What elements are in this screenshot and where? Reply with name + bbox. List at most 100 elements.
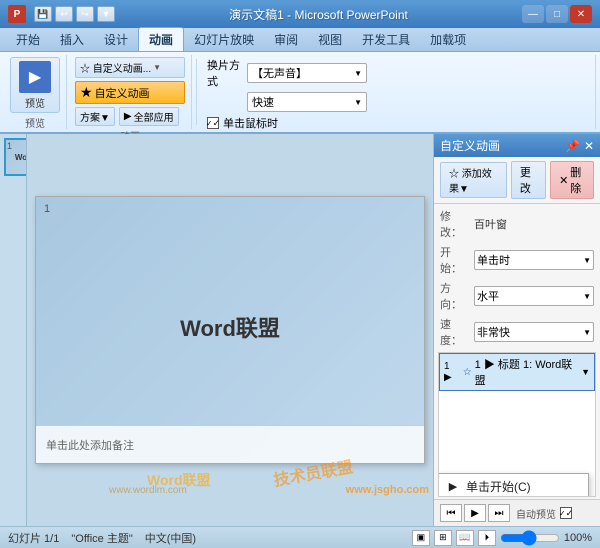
speed-select[interactable]: 非常快 ▼: [474, 322, 594, 342]
slide-title: Word联盟: [180, 311, 280, 343]
sound-dropdown[interactable]: 【无声音】 ▼: [247, 63, 367, 83]
modify-property: 修改： 百叶窗: [434, 204, 600, 242]
zoom-slider[interactable]: [500, 530, 560, 546]
slide-sorter-btn[interactable]: ⊞: [434, 530, 452, 546]
view-controls: ▣ ⊞ 📖 ⏵ 100%: [412, 530, 592, 546]
reading-btn[interactable]: 📖: [456, 530, 474, 546]
modify-label: 修改：: [440, 208, 470, 240]
list-item-1[interactable]: 1 ▶ ☆ 1 ▶ 标题 1: Word联盟 ▼: [439, 353, 595, 391]
direction-value: 水平: [477, 288, 499, 304]
play-forward-button[interactable]: ⏭: [488, 504, 510, 522]
language: 中文(中国): [145, 530, 196, 546]
tab-slideshow[interactable]: 幻灯片放映: [184, 28, 264, 51]
preview-icon: ▶: [19, 61, 51, 93]
context-click-start[interactable]: ▶ 单击开始(C): [438, 474, 588, 497]
normal-view-btn[interactable]: ▣: [412, 530, 430, 546]
tab-design[interactable]: 设计: [94, 28, 138, 51]
canvas-slide-num: 1: [44, 203, 50, 215]
animation-content: ☆ 自定义动画... ▼ ★ 自定义动画 方案▼ ▶ 全部应用: [75, 57, 185, 126]
direction-arrow: ▼: [583, 292, 591, 301]
auto-preview-checkbox[interactable]: ✓: [560, 507, 572, 519]
sound-dropdown-arrow: ▼: [354, 69, 362, 78]
quick-access-toolbar: 💾 ↩ ↪ ▼: [34, 6, 115, 22]
tab-start[interactable]: 开始: [6, 28, 50, 51]
sound-row: 换片方式 【无声音】 ▼: [207, 57, 367, 89]
start-label: 开始：: [440, 244, 470, 276]
slide-watermark3: Word联盟: [147, 470, 211, 490]
apply-all-button[interactable]: ▶ 全部应用: [119, 107, 179, 126]
start-arrow: ▼: [583, 256, 591, 265]
delete-icon: ✕: [559, 174, 568, 187]
start-select[interactable]: 单击时 ▼: [474, 250, 594, 270]
ribbon-group-animation: ☆ 自定义动画... ▼ ★ 自定义动画 方案▼ ▶ 全部应用 动画: [69, 55, 192, 129]
maximize-button[interactable]: □: [546, 5, 568, 23]
slide-info: 幻灯片 1/1: [8, 530, 59, 546]
title-bar-left: P 💾 ↩ ↪ ▼: [8, 5, 115, 23]
click-label: 单击鼠标时: [223, 115, 278, 131]
speed-value: 非常快: [477, 324, 510, 340]
modify-value: 百叶窗: [474, 216, 507, 232]
preview-button[interactable]: ▶ 预览: [10, 57, 60, 113]
tab-insert[interactable]: 插入: [50, 28, 94, 51]
panel-buttons: ☆ 添加效果▼ 更改 ✕ 删除: [434, 157, 600, 204]
close-button[interactable]: ✕: [570, 5, 592, 23]
custom-anim-label2: 自定义动画: [95, 85, 150, 101]
list-item-arrow[interactable]: ▼: [581, 367, 590, 377]
slide-thumb-1[interactable]: 1 Word联盟: [4, 138, 27, 176]
app-logo: P: [8, 5, 26, 23]
dropdown-icon[interactable]: ▼: [97, 6, 115, 22]
direction-label: 方向：: [440, 280, 470, 312]
tab-addons[interactable]: 加载项: [420, 28, 476, 51]
direction-select[interactable]: 水平 ▼: [474, 286, 594, 306]
custom-anim-btn2[interactable]: ★ 自定义动画: [75, 81, 185, 104]
dropdown-arrow-icon: ▼: [153, 63, 161, 72]
window-controls: — □ ✕: [522, 5, 592, 23]
save-icon[interactable]: 💾: [34, 6, 52, 22]
slide-number: 1: [7, 141, 12, 151]
slide-notes[interactable]: 单击此处添加备注: [36, 425, 424, 463]
play-back-button[interactable]: ⏮: [440, 504, 462, 522]
speed-dropdown-arrow: ▼: [354, 98, 362, 107]
scheme-row: 方案▼ ▶ 全部应用: [75, 107, 179, 126]
context-click-start-label: 单击开始(C): [466, 478, 531, 495]
speed-arrow: ▼: [583, 328, 591, 337]
apply-icon: ▶: [124, 111, 132, 122]
ribbon: ▶ 预览 预览 ☆ 自定义动画... ▼ ★ 自定义动画 方案▼ ▶ 全部应用: [0, 52, 600, 134]
play-controls: ⏮ ▶ ⏭ 自动预览 ✓: [434, 499, 600, 526]
title-bar: P 💾 ↩ ↪ ▼ 演示文稿1 - Microsoft PowerPoint —…: [0, 0, 600, 28]
delete-button[interactable]: ✕ 删除: [550, 161, 594, 199]
tab-review[interactable]: 审阅: [264, 28, 308, 51]
list-item-icon: ☆: [463, 367, 472, 378]
custom-animation-panel: 自定义动画 📌 ✕ ☆ 添加效果▼ 更改 ✕ 删除 修改： 百叶窗 开始： 单击…: [433, 134, 600, 526]
tab-view[interactable]: 视图: [308, 28, 352, 51]
zoom-label: 100%: [564, 532, 592, 544]
slide-watermark4: www.wordlm.com: [109, 485, 187, 496]
custom-anim-dropdown[interactable]: ☆ 自定义动画... ▼: [75, 57, 185, 78]
click-checkbox[interactable]: ✓: [207, 117, 219, 129]
update-button[interactable]: 更改: [511, 161, 546, 199]
slide-thumb-title: Word联盟: [15, 152, 27, 163]
sound-label: 换片方式: [207, 57, 243, 89]
minimize-button[interactable]: —: [522, 5, 544, 23]
tab-developer[interactable]: 开发工具: [352, 28, 420, 51]
undo-icon[interactable]: ↩: [55, 6, 73, 22]
canvas-area: 1 Word联盟 单击此处添加备注 技术员联盟 www.jsgho.com Wo…: [27, 134, 433, 526]
sound-value: 【无声音】: [252, 65, 307, 81]
add-effect-button[interactable]: ☆ 添加效果▼: [440, 162, 507, 198]
slideshow-btn[interactable]: ⏵: [478, 530, 496, 546]
speed-property: 速度： 非常快 ▼: [434, 314, 600, 350]
redo-icon[interactable]: ↪: [76, 6, 94, 22]
main-area: 1 Word联盟 1 Word联盟 单击此处添加备注 技术员联盟 www.jsg…: [0, 134, 600, 526]
animation-list: 1 ▶ ☆ 1 ▶ 标题 1: Word联盟 ▼ ▶ 单击开始(C) ↑ 从上一…: [438, 352, 596, 497]
play-button[interactable]: ▶: [464, 504, 486, 522]
scheme-button[interactable]: 方案▼: [75, 107, 115, 126]
tab-animation[interactable]: 动画: [138, 27, 184, 51]
star-icon: ★: [80, 84, 93, 101]
speed-label: 速度：: [440, 316, 470, 348]
direction-property: 方向： 水平 ▼: [434, 278, 600, 314]
speed-dropdown[interactable]: 快速 ▼: [247, 92, 367, 112]
slide-canvas[interactable]: 1 Word联盟 单击此处添加备注: [35, 196, 425, 464]
slide-notes-text: 单击此处添加备注: [46, 437, 134, 453]
slides-panel: 1 Word联盟: [0, 134, 27, 526]
start-property: 开始： 单击时 ▼: [434, 242, 600, 278]
